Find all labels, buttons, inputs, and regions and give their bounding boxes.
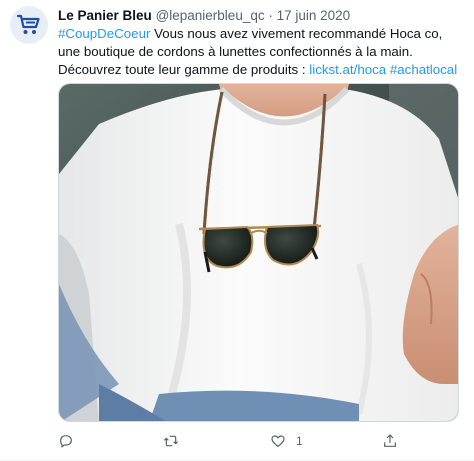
- photo-illustration: [59, 84, 458, 421]
- heart-icon: [271, 435, 285, 447]
- display-name[interactable]: Le Panier Bleu: [58, 8, 152, 23]
- shopping-cart-icon: [17, 14, 40, 34]
- share-button[interactable]: [382, 430, 408, 452]
- action-bar: 1: [58, 430, 458, 452]
- retweet-icon: [163, 435, 179, 447]
- like-button[interactable]: 1: [270, 430, 303, 452]
- like-count: 1: [296, 434, 303, 448]
- handle[interactable]: @lepanierbleu_qc: [156, 8, 265, 23]
- tweet-header: Le Panier Bleu @lepanierbleu_qc · 17 jui…: [58, 7, 350, 25]
- hashtag-link[interactable]: #CoupDeCoeur: [58, 26, 150, 41]
- tweet-text: #CoupDeCoeur Vous nous avez vivement rec…: [58, 25, 466, 79]
- reply-button[interactable]: [58, 430, 84, 452]
- reply-icon: [60, 435, 72, 448]
- tweet-photo[interactable]: [58, 83, 459, 422]
- share-icon: [384, 434, 396, 447]
- separator: ·: [268, 8, 273, 23]
- url-link[interactable]: lickst.at/hoca: [309, 62, 386, 77]
- hashtag-link-2[interactable]: #achatlocal: [390, 62, 457, 77]
- tweet-card[interactable]: Le Panier Bleu @lepanierbleu_qc · 17 jui…: [0, 0, 474, 461]
- retweet-button[interactable]: [163, 430, 189, 452]
- tweet-date[interactable]: 17 juin 2020: [277, 8, 351, 23]
- avatar[interactable]: [10, 6, 48, 44]
